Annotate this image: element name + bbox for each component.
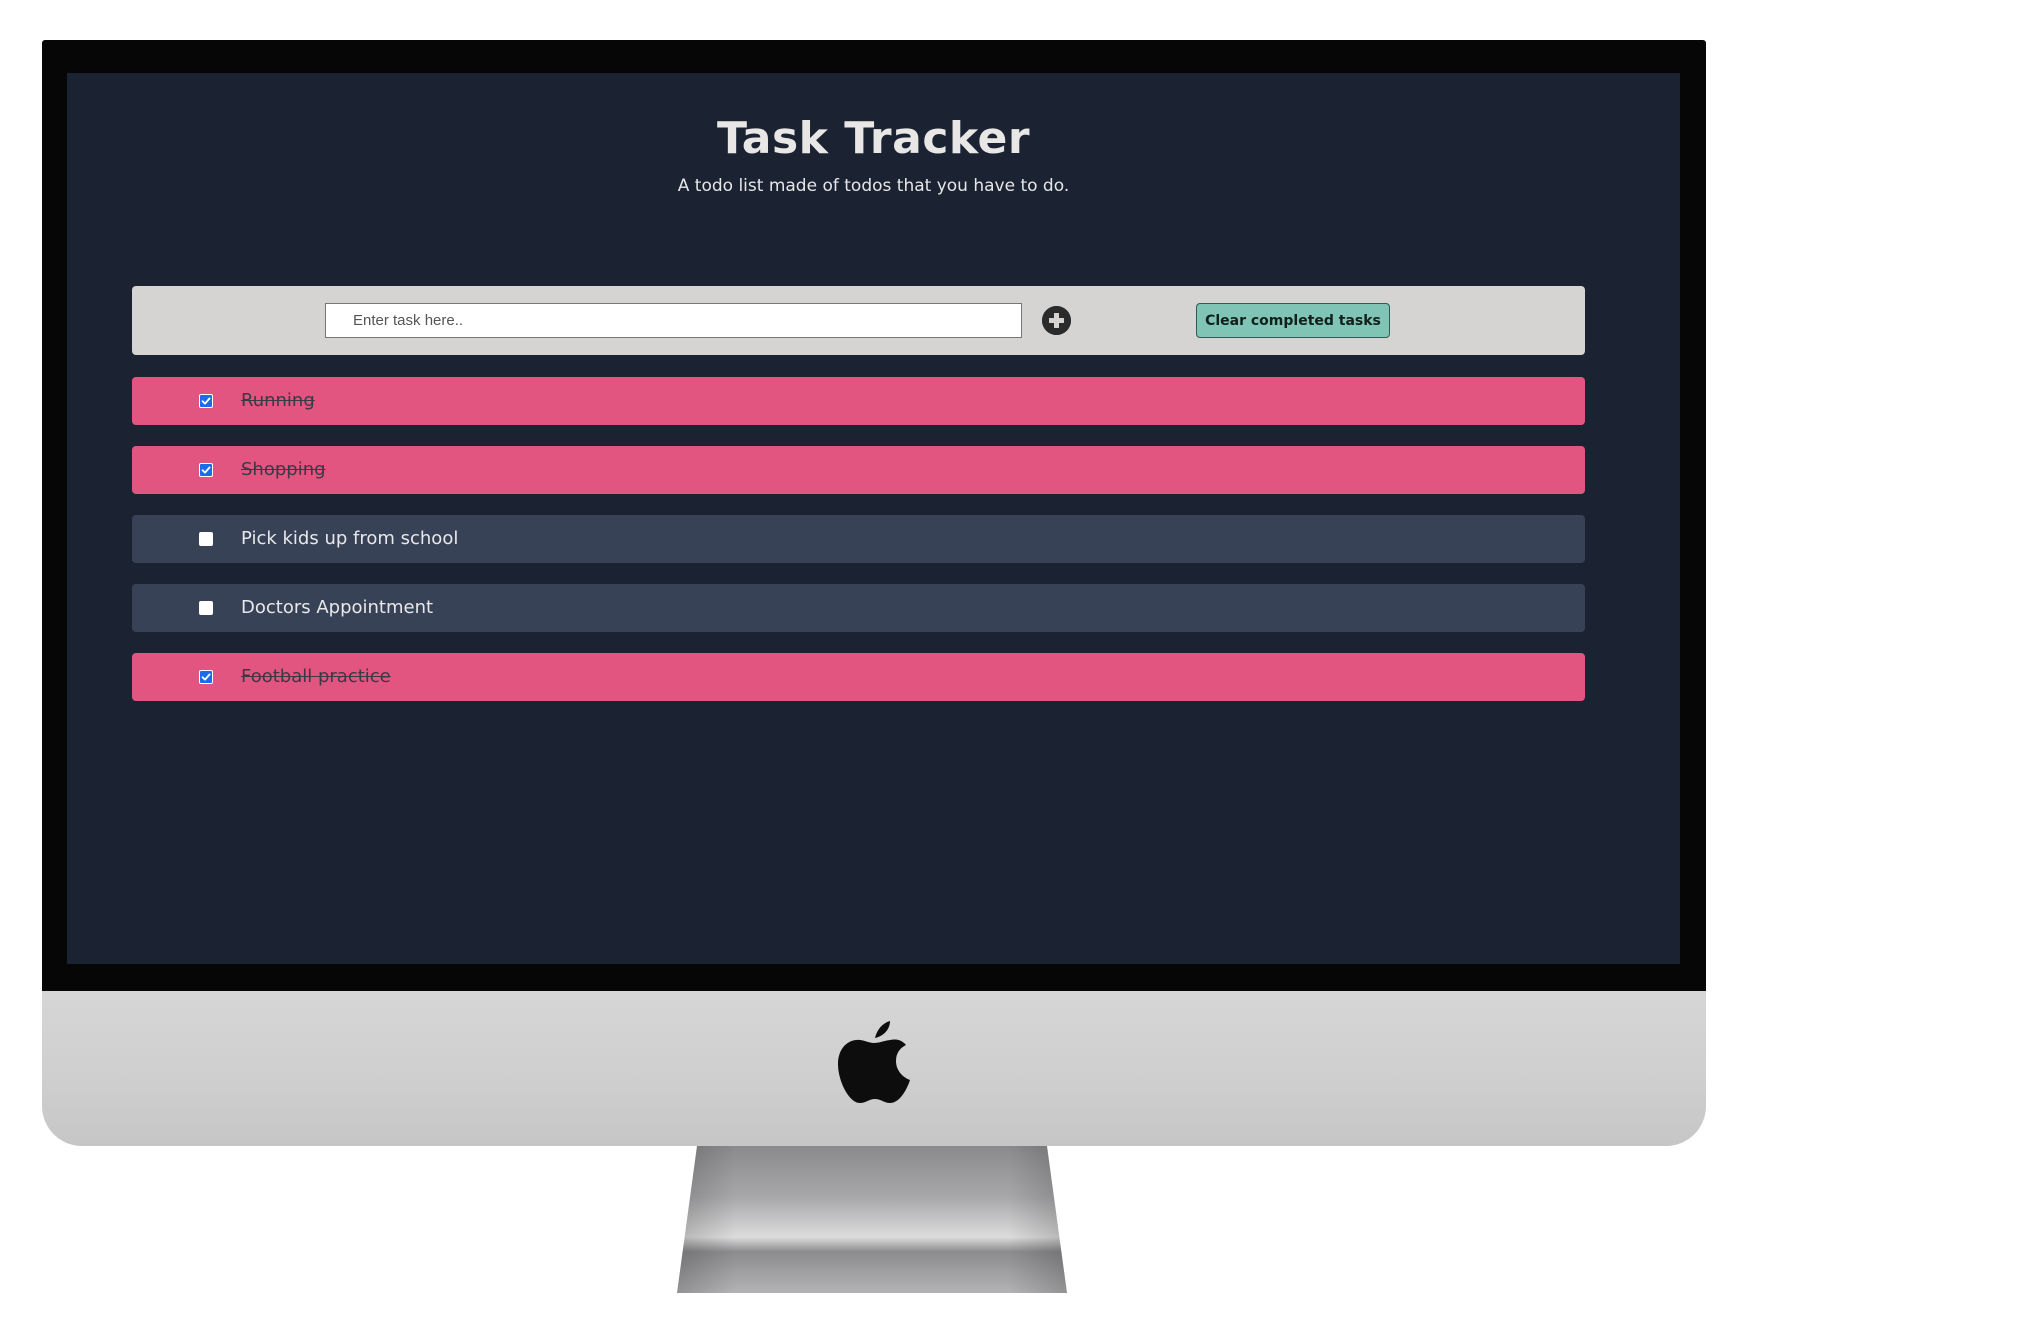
task-checkbox[interactable] [199, 394, 213, 408]
monitor-stand [677, 1146, 1067, 1293]
stage: Task Tracker A todo list made of todos t… [0, 0, 2027, 1322]
clear-completed-button[interactable]: Clear completed tasks [1196, 303, 1390, 338]
task-label: Running [241, 390, 315, 411]
monitor-chin [42, 991, 1706, 1146]
plus-circle-icon [1042, 306, 1071, 335]
task-row[interactable]: Pick kids up from school [132, 515, 1585, 563]
task-row[interactable]: Shopping [132, 446, 1585, 494]
add-task-button[interactable] [1042, 306, 1071, 335]
task-checkbox[interactable] [199, 463, 213, 477]
task-input-bar: Clear completed tasks [132, 286, 1585, 355]
task-row[interactable]: Football practice [132, 653, 1585, 701]
checkmark-icon [201, 466, 211, 474]
task-input[interactable] [325, 303, 1022, 338]
task-list: Running Shopping Pick kids up from school D… [132, 377, 1585, 722]
task-label: Pick kids up from school [241, 528, 459, 549]
task-label: Football practice [241, 666, 391, 687]
task-checkbox[interactable] [199, 670, 213, 684]
app-screen: Task Tracker A todo list made of todos t… [67, 73, 1680, 964]
page-subtitle: A todo list made of todos that you have … [677, 176, 1070, 196]
checkmark-icon [201, 673, 211, 681]
task-checkbox[interactable] [199, 601, 213, 615]
task-row[interactable]: Doctors Appointment [132, 584, 1585, 632]
task-label: Shopping [241, 459, 326, 480]
task-checkbox[interactable] [199, 532, 213, 546]
checkmark-icon [201, 397, 211, 405]
apple-logo-icon [838, 1020, 910, 1103]
task-row[interactable]: Running [132, 377, 1585, 425]
page-title: Task Tracker [716, 113, 1031, 164]
app-header: Task Tracker A todo list made of todos t… [67, 113, 1680, 196]
task-label: Doctors Appointment [241, 597, 434, 618]
